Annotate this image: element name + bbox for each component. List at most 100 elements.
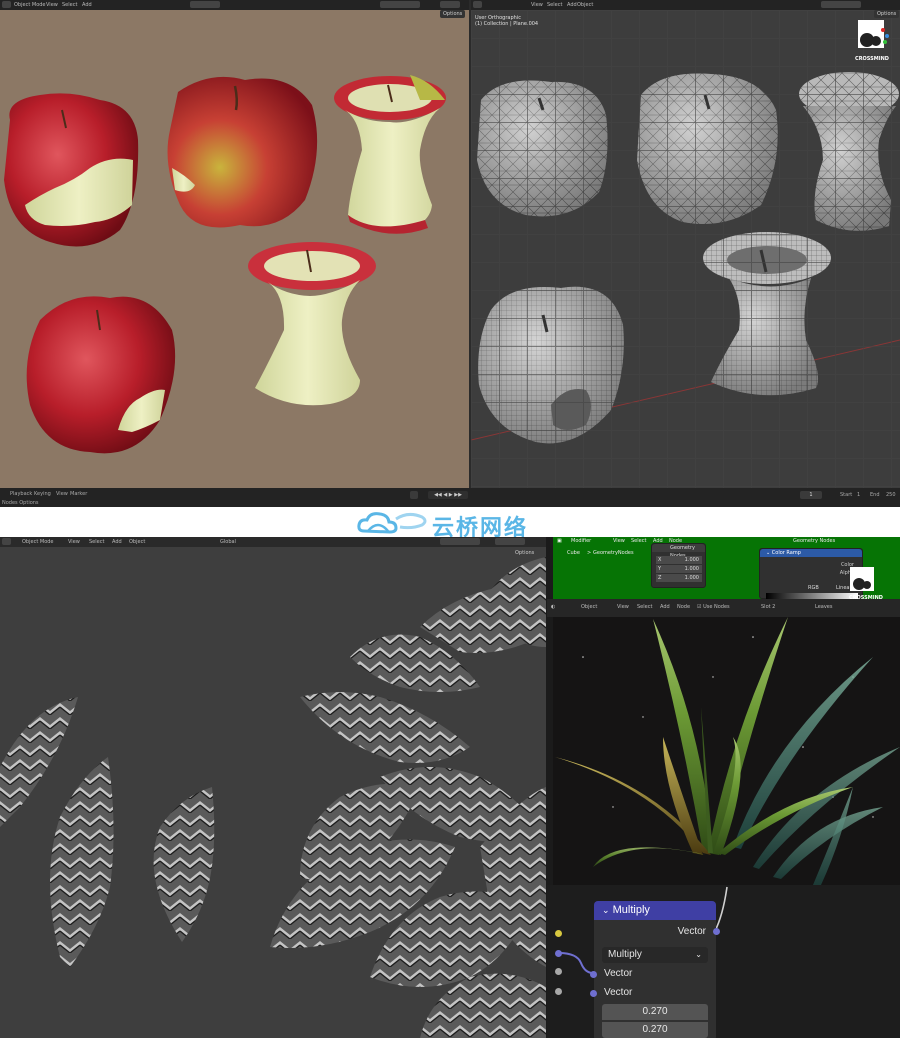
value-field-2[interactable]: 0.270 [602, 1022, 708, 1038]
orientation-dropdown[interactable]: Global [220, 539, 236, 545]
cloud-bridge-logo-icon [357, 512, 427, 534]
input-vector-socket-2[interactable] [590, 990, 597, 997]
timeline-bar: Playback Keying View Marker Nodes Option… [0, 488, 900, 507]
apple-render-scene [4, 75, 446, 454]
ge-view-menu[interactable]: View [613, 538, 625, 544]
current-frame-field[interactable]: 1 [800, 491, 822, 499]
operation-dropdown[interactable]: Multiply ⌄ [602, 947, 708, 963]
select-menu-right[interactable]: Select [547, 2, 562, 8]
overlay-buttons-bottom[interactable] [495, 538, 525, 545]
shader-type-dropdown[interactable]: Object [581, 604, 597, 610]
multiply-node-title: Multiply [612, 904, 650, 916]
leaf-texture-viewport[interactable]: Options [0, 547, 546, 1038]
color-ramp-header: ⌄ Color Ramp [760, 549, 862, 557]
collection-label: (1) Collection | Plane.004 [475, 21, 539, 27]
view-menu-bottom[interactable]: View [68, 539, 80, 545]
mode-menu[interactable]: Object Mode [14, 2, 46, 8]
output-vector-socket[interactable] [713, 928, 720, 935]
material-field[interactable]: Leaves [815, 604, 832, 610]
operation-value: Multiply [608, 949, 642, 960]
shading-buttons-right[interactable] [821, 1, 861, 8]
use-nodes-checkbox[interactable]: ☑ Use Nodes [697, 604, 730, 610]
editor-type-icon[interactable] [2, 1, 11, 8]
input-vector-socket-1[interactable] [590, 971, 597, 978]
shading-buttons-bottom[interactable] [440, 538, 480, 545]
breadcrumb-geonodes[interactable]: GeometryNodes [593, 550, 634, 556]
grass-render-viewport[interactable] [553, 617, 900, 885]
apple-core-1 [334, 75, 446, 234]
keying-menu[interactable]: Keying [34, 491, 51, 497]
ge-node-menu[interactable]: Node [669, 538, 682, 544]
shader-node-editor[interactable]: ⌄ Multiply Vector Multiply ⌄ Vector Vect… [547, 885, 900, 1038]
shading-buttons[interactable] [380, 1, 420, 8]
shader-node-menu[interactable]: Node [677, 604, 690, 610]
wireframe-viewport[interactable]: User Orthographic (1) Collection | Plane… [471, 10, 900, 488]
status-left: Nodes Options [2, 500, 39, 506]
breadcrumb-cube[interactable]: Cube [567, 550, 580, 556]
geometry-node-editor[interactable]: ▣ Cube > GeometryNodes Geometry Nodes X1… [553, 537, 900, 601]
marker-menu[interactable]: Marker [70, 491, 87, 497]
multiply-node-header[interactable]: ⌄ Multiply [594, 901, 716, 920]
timeline-view-menu[interactable]: View [56, 491, 68, 497]
playback-controls[interactable]: ◀◀ ◀ ▶ ▶▶ [428, 491, 468, 499]
shader-view-menu[interactable]: View [617, 604, 629, 610]
shader-editor-header: ◐ Object View Select Add Node ☑ Use Node… [547, 599, 900, 617]
value-field-1[interactable]: 0.270 [602, 1004, 708, 1020]
output-vector-label: Vector [677, 926, 706, 937]
add-menu-bottom[interactable]: Add [112, 539, 122, 545]
scale-x-field[interactable]: X 1.000 [656, 556, 702, 564]
use-nodes-label: Use Nodes [703, 604, 730, 610]
add-menu-right[interactable]: Add [567, 2, 577, 8]
crossmind-logo-text: CROSSMIND [855, 56, 889, 62]
crossmind-logo-icon [858, 20, 889, 48]
view-menu[interactable]: View [46, 2, 58, 8]
ge-add-menu[interactable]: Add [653, 538, 663, 544]
rendered-viewport[interactable]: Options [0, 10, 469, 488]
viewport-header-right: View Select Add Object [471, 0, 900, 10]
multiply-node[interactable]: ⌄ Multiply Vector Multiply ⌄ Vector Vect… [590, 901, 720, 1038]
scale-y-field[interactable]: Y 1.000 [656, 565, 702, 573]
ge-select-menu[interactable]: Select [631, 538, 646, 544]
editor-type-icon-shader[interactable]: ◐ [551, 604, 555, 610]
viewport-grid [471, 10, 900, 488]
collapse-chevron-icon[interactable]: ⌄ [602, 905, 610, 915]
transform-orientation[interactable] [190, 1, 220, 8]
options-button-bottom[interactable]: Options [512, 549, 537, 557]
add-menu[interactable]: Add [82, 2, 92, 8]
color-mode[interactable]: RGB [808, 585, 819, 591]
object-menu-right[interactable]: Object [577, 2, 593, 8]
editor-type-icon-bottom[interactable] [2, 538, 11, 545]
slot-dropdown[interactable]: Slot 2 [761, 604, 775, 610]
playback-menu[interactable]: Playback [10, 491, 32, 497]
options-button-right[interactable]: Options [874, 10, 900, 18]
scale-y-value: 1.000 [684, 566, 699, 572]
watermark-band: 云桥网络 [0, 507, 900, 541]
shader-add-menu[interactable]: Add [660, 604, 670, 610]
options-button-left[interactable]: Options [440, 10, 466, 18]
view-menu-right[interactable]: View [531, 2, 543, 8]
end-value[interactable]: 250 [886, 492, 896, 498]
leaf-cluster [270, 557, 546, 1038]
editor-type-icon-right[interactable] [473, 1, 482, 8]
shader-select-menu[interactable]: Select [637, 604, 652, 610]
breadcrumb-separator: > [587, 550, 592, 556]
mode-menu-bottom[interactable]: Object Mode [22, 539, 54, 545]
record-button[interactable] [410, 491, 418, 499]
object-menu-bottom[interactable]: Object [129, 539, 145, 545]
crossmind-logo-icon-bottom [850, 567, 874, 591]
crossmind-logo-bottom: CROSSMIND [846, 565, 886, 601]
overlay-button[interactable] [440, 1, 460, 8]
scale-node[interactable]: Geometry Nodes X1.000 Y1.000 Z1.000 [651, 543, 706, 588]
color-ramp-title: Color Ramp [771, 550, 801, 556]
bitten-apple-2 [26, 296, 176, 454]
editor-type-icon-green[interactable]: ▣ [557, 538, 562, 544]
select-menu[interactable]: Select [62, 2, 77, 8]
modifier-menu[interactable]: Modifier [571, 538, 591, 544]
crossmind-logo: CROSSMIND [854, 18, 890, 62]
select-menu-bottom[interactable]: Select [89, 539, 104, 545]
node-tree-name[interactable]: Geometry Nodes [793, 538, 835, 544]
scale-z-field[interactable]: Z 1.000 [656, 574, 702, 582]
leaf-pattern-scene [0, 557, 546, 1038]
bitten-apple-1 [4, 93, 139, 247]
start-value[interactable]: 1 [857, 492, 860, 498]
